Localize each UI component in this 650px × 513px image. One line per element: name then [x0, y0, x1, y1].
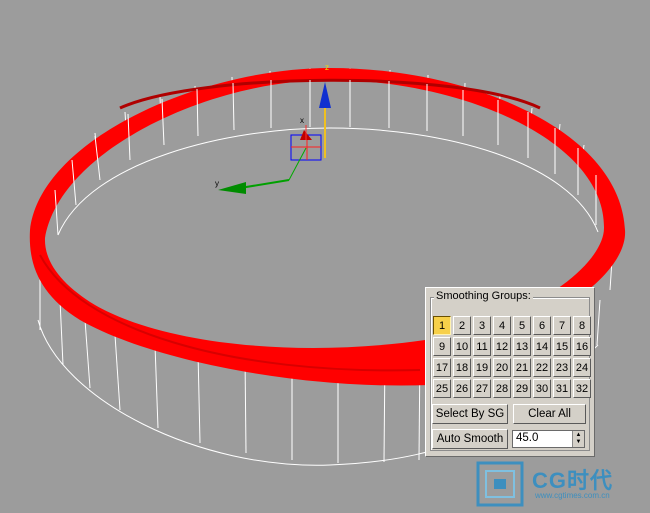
smoothing-group-button-28[interactable]: 28: [493, 379, 511, 398]
smoothing-group-button-30[interactable]: 30: [533, 379, 551, 398]
smoothing-group-button-12[interactable]: 12: [493, 337, 511, 356]
smoothing-group-button-16[interactable]: 16: [573, 337, 591, 356]
smoothing-group-button-32[interactable]: 32: [573, 379, 591, 398]
smoothing-group-button-14[interactable]: 14: [533, 337, 551, 356]
smoothing-group-button-10[interactable]: 10: [453, 337, 471, 356]
spinner-arrows[interactable]: ▲ ▼: [572, 431, 584, 447]
smoothing-group-button-6[interactable]: 6: [533, 316, 551, 335]
watermark: CG时代 www.cgtimes.com.cn: [472, 457, 650, 513]
smoothing-group-button-4[interactable]: 4: [493, 316, 511, 335]
smoothing-group-button-17[interactable]: 17: [433, 358, 451, 377]
threshold-value[interactable]: 45.0: [516, 432, 538, 444]
smoothing-group-button-21[interactable]: 21: [513, 358, 531, 377]
smoothing-group-button-1[interactable]: 1: [433, 316, 451, 335]
smoothing-group-button-18[interactable]: 18: [453, 358, 471, 377]
smoothing-groups-title: Smoothing Groups:: [434, 290, 533, 302]
smoothing-group-button-7[interactable]: 7: [553, 316, 571, 335]
auto-smooth-button[interactable]: Auto Smooth: [432, 429, 508, 449]
spin-up-icon[interactable]: ▲: [576, 432, 582, 439]
smoothing-group-button-24[interactable]: 24: [573, 358, 591, 377]
auto-smooth-threshold-spinner[interactable]: 45.0 ▲ ▼: [512, 430, 585, 448]
cg-logo-icon: [476, 461, 524, 507]
smoothing-group-button-25[interactable]: 25: [433, 379, 451, 398]
smoothing-group-button-13[interactable]: 13: [513, 337, 531, 356]
gizmo-z-label: z: [325, 63, 329, 72]
smoothing-group-button-2[interactable]: 2: [453, 316, 471, 335]
smoothing-group-button-22[interactable]: 22: [533, 358, 551, 377]
select-by-sg-button[interactable]: Select By SG: [432, 404, 508, 424]
smoothing-group-button-15[interactable]: 15: [553, 337, 571, 356]
smoothing-group-button-23[interactable]: 23: [553, 358, 571, 377]
spin-down-icon[interactable]: ▼: [576, 439, 582, 446]
smoothing-group-button-9[interactable]: 9: [433, 337, 451, 356]
smoothing-group-grid: 1 2 3 4 5 6 7 8 9 10 11 12 13 14 15 16 17 18 19 20 21 22 23 24 2…: [433, 316, 591, 398]
smoothing-group-button-5[interactable]: 5: [513, 316, 531, 335]
smoothing-group-button-31[interactable]: 31: [553, 379, 571, 398]
clear-all-button[interactable]: Clear All: [513, 404, 586, 424]
smoothing-group-button-27[interactable]: 27: [473, 379, 491, 398]
gizmo-y-label: y: [215, 179, 219, 188]
smoothing-group-button-3[interactable]: 3: [473, 316, 491, 335]
smoothing-group-button-29[interactable]: 29: [513, 379, 531, 398]
smoothing-group-button-26[interactable]: 26: [453, 379, 471, 398]
smoothing-group-button-8[interactable]: 8: [573, 316, 591, 335]
smoothing-groups-panel: Smoothing Groups: 1 2 3 4 5 6 7 8 9 10 11 12 13 14 15 1…: [425, 287, 595, 457]
gizmo-x-label: x: [300, 116, 304, 125]
smoothing-group-button-19[interactable]: 19: [473, 358, 491, 377]
watermark-url: www.cgtimes.com.cn: [535, 491, 610, 500]
smoothing-group-button-20[interactable]: 20: [493, 358, 511, 377]
smoothing-group-button-11[interactable]: 11: [473, 337, 491, 356]
